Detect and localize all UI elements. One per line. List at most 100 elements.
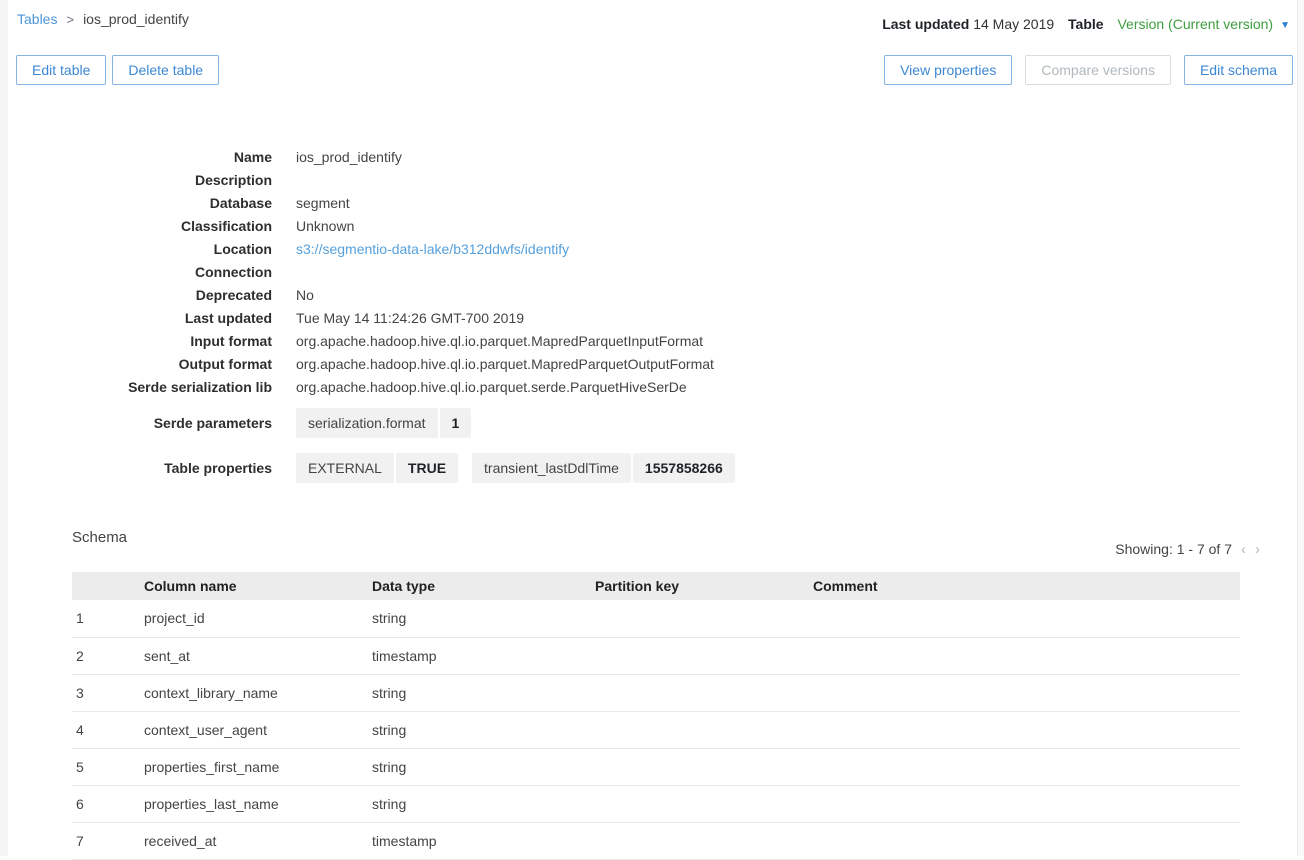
table-row: 4 context_user_agent string [72,711,1240,748]
cell-data-type: string [372,600,595,637]
chevron-down-icon[interactable]: ▼ [1280,20,1290,31]
detail-row: Serde serialization lib org.apache.hadoo… [24,376,1024,399]
chip-value: 1 [440,408,472,438]
schema-section-title: Schema [72,529,127,546]
detail-row: Location s3://segmentio-data-lake/b312dd… [24,238,1024,261]
last-updated-value: 14 May 2019 [973,16,1054,32]
detail-row: Database segment [24,192,1024,215]
header-meta: Last updated 14 May 2019 Table Version (… [882,16,1290,32]
delete-table-button[interactable]: Delete table [112,55,219,85]
key-value-chip: serialization.format 1 [296,408,471,438]
cell-comment [813,711,1240,748]
cell-data-type: string [372,674,595,711]
cell-index: 2 [72,637,144,674]
pagination-status: Showing: 1 - 7 of 7 [1115,541,1232,557]
cell-data-type: string [372,748,595,785]
cell-data-type: timestamp [372,822,595,859]
chip-value: 1557858266 [633,453,735,483]
last-updated-label: Last updated [882,16,969,32]
cell-comment [813,748,1240,785]
cell-partition-key [595,600,813,637]
cell-comment [813,822,1240,859]
detail-value: Unknown [296,215,354,238]
cell-index: 7 [72,822,144,859]
col-header-data-type: Data type [372,572,595,600]
page-left-gutter [0,0,8,856]
table-properties-row: Table properties EXTERNAL TRUE transient… [24,453,1024,483]
version-selector[interactable]: Version (Current version) [1117,16,1273,32]
cell-partition-key [595,785,813,822]
detail-label: Connection [24,261,272,284]
cell-index: 1 [72,600,144,637]
cell-data-type: string [372,785,595,822]
chip-key: EXTERNAL [296,453,394,483]
schema-table-header: Column name Data type Partition key Comm… [72,572,1240,600]
cell-partition-key [595,711,813,748]
detail-value: org.apache.hadoop.hive.ql.io.parquet.Map… [296,353,714,376]
detail-label: Database [24,192,272,215]
edit-table-button[interactable]: Edit table [16,55,106,85]
detail-value: No [296,284,314,307]
table-row: 6 properties_last_name string [72,785,1240,822]
cell-index: 6 [72,785,144,822]
chevron-right-icon[interactable]: › [1255,541,1260,558]
detail-label: Location [24,238,272,261]
serde-parameters-row: Serde parameters serialization.format 1 [24,408,1024,438]
table-details: Name ios_prod_identify Description Datab… [24,146,1024,483]
cell-column-name: properties_last_name [144,785,372,822]
breadcrumb-tables-link[interactable]: Tables [17,11,57,27]
schema-table-body: 1 project_id string 2 sent_at timestamp … [72,600,1240,859]
table-row: 7 received_at timestamp [72,822,1240,859]
cell-column-name: context_library_name [144,674,372,711]
detail-label: Last updated [24,307,272,330]
cell-partition-key [595,637,813,674]
cell-column-name: project_id [144,600,372,637]
detail-value: s3://segmentio-data-lake/b312ddwfs/ident… [296,238,569,261]
key-value-chip: transient_lastDdlTime 1557858266 [472,453,735,483]
table-row: 1 project_id string [72,600,1240,637]
col-header-column-name: Column name [144,572,372,600]
cell-data-type: timestamp [372,637,595,674]
view-properties-button[interactable]: View properties [884,55,1012,85]
col-header-comment: Comment [813,572,1240,600]
detail-label: Serde serialization lib [24,376,272,399]
table-label: Table [1068,16,1104,32]
breadcrumb: Tables>ios_prod_identify [17,11,189,27]
chevron-left-icon[interactable]: ‹ [1241,541,1246,558]
cell-column-name: properties_first_name [144,748,372,785]
edit-schema-button[interactable]: Edit schema [1184,55,1293,85]
detail-value: segment [296,192,350,215]
cell-data-type: string [372,711,595,748]
detail-value: org.apache.hadoop.hive.ql.io.parquet.ser… [296,376,687,399]
detail-row: Connection [24,261,1024,284]
col-header-partition-key: Partition key [595,572,813,600]
key-value-chip: EXTERNAL TRUE [296,453,458,483]
cell-partition-key [595,822,813,859]
detail-row: Deprecated No [24,284,1024,307]
chip-key: serialization.format [296,408,438,438]
detail-row: Input format org.apache.hadoop.hive.ql.i… [24,330,1024,353]
compare-versions-button: Compare versions [1025,55,1171,85]
detail-row: Output format org.apache.hadoop.hive.ql.… [24,353,1024,376]
chip-key: transient_lastDdlTime [472,453,631,483]
table-properties-label: Table properties [24,453,272,483]
col-header-index [72,572,144,600]
detail-row: Classification Unknown [24,215,1024,238]
cell-index: 5 [72,748,144,785]
detail-label: Output format [24,353,272,376]
details-field-list: Name ios_prod_identify Description Datab… [24,146,1024,399]
pagination: Showing: 1 - 7 of 7 ‹ › [1115,541,1260,558]
serde-parameters-label: Serde parameters [24,408,272,438]
cell-column-name: received_at [144,822,372,859]
cell-comment [813,600,1240,637]
detail-value: ios_prod_identify [296,146,402,169]
detail-row: Last updated Tue May 14 11:24:26 GMT-700… [24,307,1024,330]
page-right-edge [1297,0,1304,856]
toolbar-right: View properties Compare versions Edit sc… [884,55,1293,85]
detail-label: Description [24,169,272,192]
breadcrumb-separator-icon: > [66,12,74,27]
detail-value: Tue May 14 11:24:26 GMT-700 2019 [296,307,524,330]
detail-row: Description [24,169,1024,192]
schema-table: Column name Data type Partition key Comm… [72,572,1240,860]
serde-parameters-chips: serialization.format 1 [296,408,471,438]
